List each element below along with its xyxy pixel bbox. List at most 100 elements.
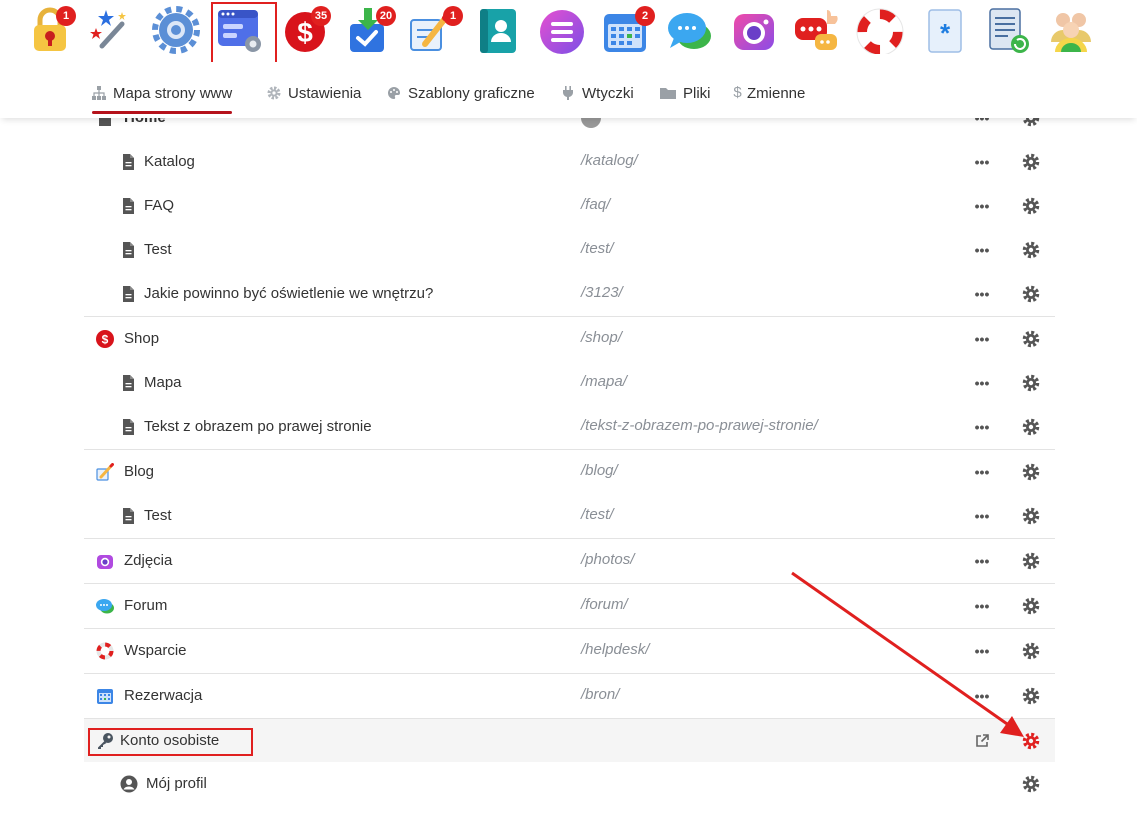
list-item[interactable]: Blog /blog/ ••• xyxy=(84,449,1055,493)
gear-icon[interactable] xyxy=(1022,463,1040,481)
page-url: /blog/ xyxy=(581,462,618,479)
calendar-app-icon[interactable]: 2 xyxy=(601,6,655,54)
gear-icon xyxy=(267,86,281,100)
page-name[interactable]: Mój profil xyxy=(146,775,207,792)
tab-templates[interactable]: Szablony graficzne xyxy=(387,82,535,104)
app-bar: 1 $ 35 20 1 2 * xyxy=(0,0,1137,64)
gear-icon[interactable] xyxy=(1022,330,1040,348)
page-name[interactable]: Konto osobiste xyxy=(120,732,219,749)
tab-plugins[interactable]: Wtyczki xyxy=(561,82,634,104)
page-name[interactable]: FAQ xyxy=(144,197,174,214)
page-name[interactable]: Tekst z obrazem po prawej stronie xyxy=(144,418,372,435)
more-options-button[interactable]: ••• xyxy=(972,686,992,706)
more-options-button[interactable]: ••• xyxy=(972,329,992,349)
page-url: /tekst-z-obrazem-po-prawej-stronie/ xyxy=(581,417,818,434)
more-options-button[interactable]: ••• xyxy=(972,462,992,482)
lifebuoy-app-icon[interactable] xyxy=(856,6,904,56)
page-name[interactable]: Test xyxy=(144,241,172,258)
gear-icon[interactable] xyxy=(1022,775,1040,793)
more-options-button[interactable]: ••• xyxy=(972,196,992,216)
contacts-app-icon[interactable] xyxy=(474,6,522,54)
website-builder-app-icon[interactable] xyxy=(211,2,277,64)
svg-text:*: * xyxy=(940,18,951,48)
list-item[interactable]: FAQ /faq/ ••• xyxy=(84,184,1055,228)
gear-icon[interactable] xyxy=(1022,197,1040,215)
page-name[interactable]: Rezerwacja xyxy=(124,687,202,704)
more-options-button[interactable]: ••• xyxy=(972,641,992,661)
list-item[interactable]: Test /test/ ••• xyxy=(84,228,1055,272)
list-item[interactable]: Katalog /katalog/ ••• xyxy=(84,140,1055,184)
more-options-button[interactable]: ••• xyxy=(972,506,992,526)
gear-icon[interactable] xyxy=(1022,552,1040,570)
shop-dollar-app-icon[interactable]: $ 35 xyxy=(281,6,331,54)
list-item[interactable]: Rezerwacja /bron/ ••• xyxy=(84,673,1055,717)
document-sync-app-icon[interactable] xyxy=(984,6,1032,54)
external-link-icon[interactable] xyxy=(974,733,990,749)
folder-icon xyxy=(660,86,676,100)
gear-icon[interactable] xyxy=(1022,153,1040,171)
gear-icon[interactable] xyxy=(1022,732,1040,750)
more-options-button[interactable]: ••• xyxy=(972,152,992,172)
more-options-button[interactable]: ••• xyxy=(972,417,992,437)
more-options-button[interactable]: ••• xyxy=(972,596,992,616)
page-name[interactable]: Blog xyxy=(124,463,154,480)
tab-settings[interactable]: Ustawienia xyxy=(267,82,361,104)
page-name[interactable]: Mapa xyxy=(144,374,182,391)
page-name[interactable]: Shop xyxy=(124,330,159,347)
download-tasks-app-icon[interactable]: 20 xyxy=(346,6,396,54)
palette-icon xyxy=(387,86,401,100)
page-name[interactable]: Katalog xyxy=(144,153,195,170)
gear-icon[interactable] xyxy=(1022,374,1040,392)
more-options-button[interactable]: ••• xyxy=(972,551,992,571)
more-options-button[interactable]: ••• xyxy=(972,284,992,304)
users-app-icon[interactable] xyxy=(1047,6,1095,54)
menu-list-app-icon[interactable] xyxy=(538,6,586,54)
page-name[interactable]: Wsparcie xyxy=(124,642,187,659)
tab-bar: Mapa strony www Ustawienia Szablony graf… xyxy=(0,62,1137,118)
key-icon xyxy=(96,732,114,750)
tab-variables[interactable]: $ Zmienne xyxy=(733,82,805,104)
list-item[interactable]: Tekst z obrazem po prawej stronie /tekst… xyxy=(84,405,1055,449)
list-item[interactable]: Jakie powinno być oświetlenie we wnętrzu… xyxy=(84,272,1055,316)
magic-wand-app-icon[interactable] xyxy=(88,6,136,54)
more-options-button[interactable]: ••• xyxy=(972,240,992,260)
list-item[interactable]: Mapa /mapa/ ••• xyxy=(84,361,1055,405)
page-url: /shop/ xyxy=(581,329,622,346)
notification-badge: 1 xyxy=(443,6,463,26)
tab-site-map[interactable]: Mapa strony www xyxy=(92,82,233,114)
list-item-hovered[interactable]: Konto osobiste xyxy=(84,718,1055,762)
list-item[interactable]: Mój profil xyxy=(84,762,1055,806)
page-url: /faq/ xyxy=(581,196,611,213)
asterisk-doc-app-icon[interactable]: * xyxy=(921,6,969,54)
lock-app-icon[interactable]: 1 xyxy=(26,6,76,54)
tab-files[interactable]: Pliki xyxy=(660,82,711,104)
document-icon xyxy=(120,197,138,215)
gear-icon[interactable] xyxy=(1022,241,1040,259)
document-icon xyxy=(120,418,138,436)
sitemap-icon xyxy=(92,86,106,100)
forum-app-icon[interactable] xyxy=(793,6,841,54)
list-item[interactable]: Wsparcie /helpdesk/ ••• xyxy=(84,628,1055,672)
list-item[interactable]: Forum /forum/ ••• xyxy=(84,583,1055,627)
blog-edit-app-icon[interactable]: 1 xyxy=(407,6,463,54)
page-name[interactable]: Forum xyxy=(124,597,167,614)
document-icon xyxy=(120,241,138,259)
chat-app-icon[interactable] xyxy=(666,6,714,54)
page-name[interactable]: Test xyxy=(144,507,172,524)
gear-icon[interactable] xyxy=(1022,418,1040,436)
more-options-button[interactable]: ••• xyxy=(972,373,992,393)
gear-icon[interactable] xyxy=(1022,285,1040,303)
gear-icon[interactable] xyxy=(1022,507,1040,525)
page-name[interactable]: Jakie powinno być oświetlenie we wnętrzu… xyxy=(144,285,433,302)
list-item[interactable]: Test /test/ ••• xyxy=(84,494,1055,538)
camera-app-icon[interactable] xyxy=(730,6,778,54)
shop-dollar-icon: $ xyxy=(96,330,114,348)
page-name[interactable]: Zdjęcia xyxy=(124,552,172,569)
gear-icon[interactable] xyxy=(1022,597,1040,615)
gear-icon[interactable] xyxy=(1022,642,1040,660)
settings-gear-app-icon[interactable] xyxy=(152,6,200,54)
list-item[interactable]: Zdjęcia /photos/ ••• xyxy=(84,538,1055,582)
gear-icon[interactable] xyxy=(1022,687,1040,705)
list-item[interactable]: $ Shop /shop/ ••• xyxy=(84,316,1055,360)
tab-label: Mapa strony www xyxy=(113,84,233,102)
